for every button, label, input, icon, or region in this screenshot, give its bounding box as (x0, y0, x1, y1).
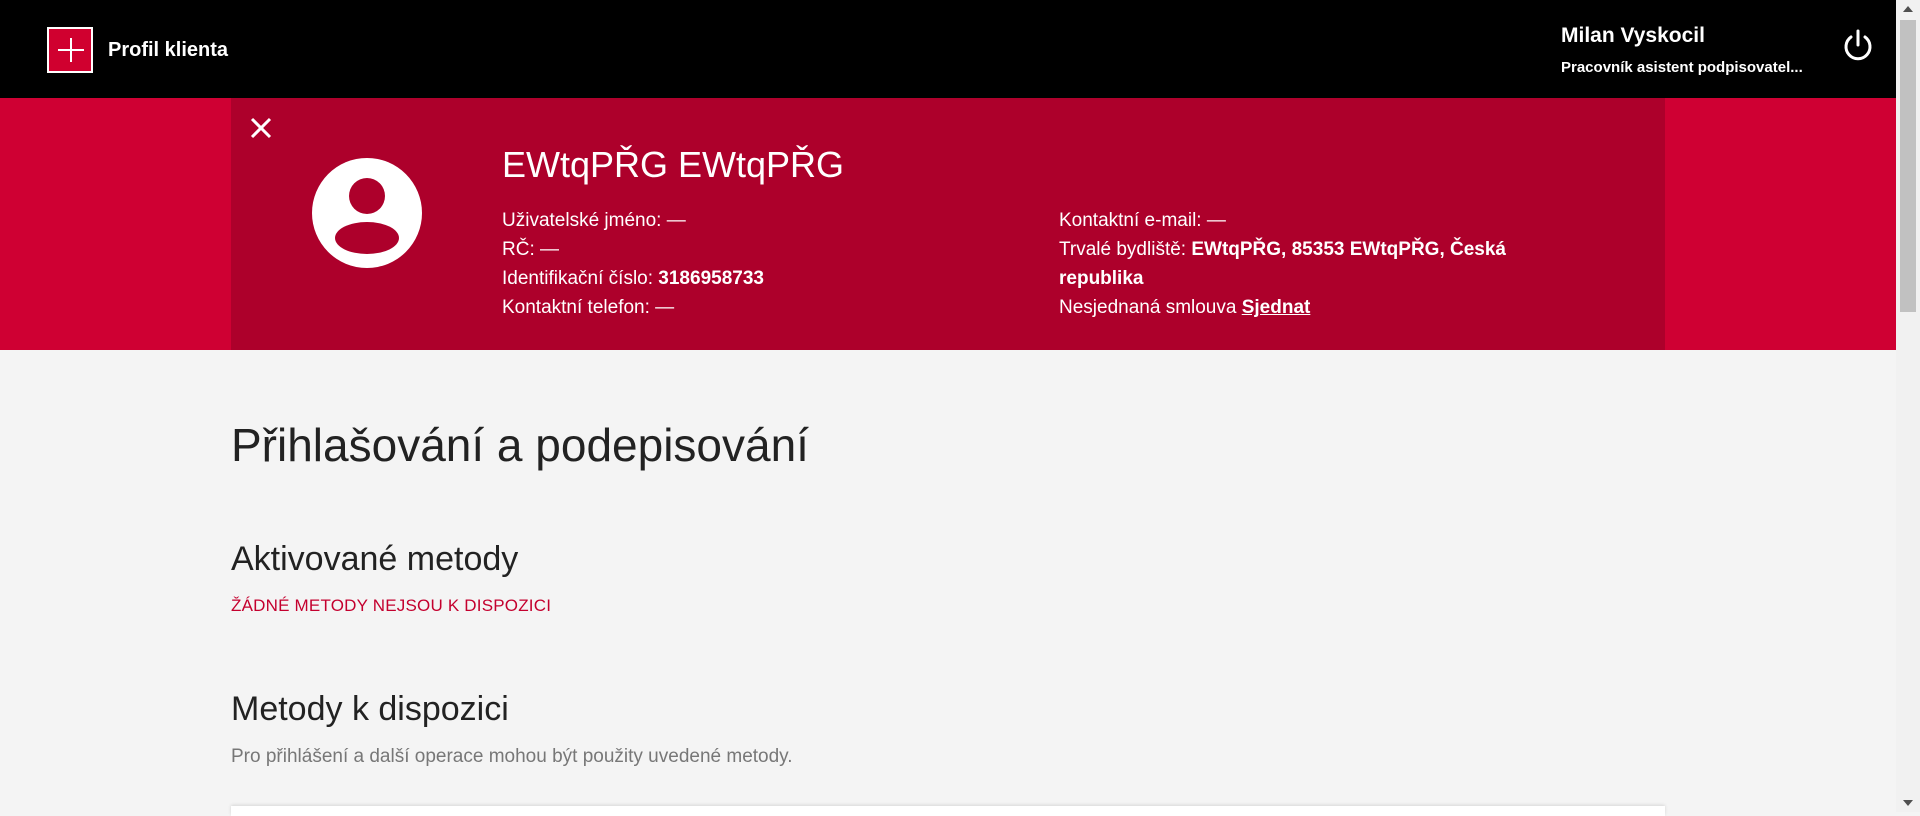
scrollbar[interactable] (1896, 0, 1920, 812)
user-name: Milan Vyskocil (1561, 24, 1705, 47)
client-card: EWtqPŘG EWtqPŘG Uživatelské jméno: — RČ:… (231, 98, 1665, 350)
no-methods-message: ŽÁDNÉ METODY NEJSOU K DISPOZICI (231, 596, 552, 615)
email-row: Kontaktní e-mail: — (1059, 210, 1226, 231)
rc-row: RČ: — (502, 239, 559, 260)
sjednat-link[interactable]: Sjednat (1242, 297, 1311, 318)
close-icon[interactable] (246, 113, 276, 143)
page-title: Přihlašování a podepisování (231, 419, 809, 471)
address-row: Trvalé bydliště: EWtqPŘG, 85353 EWtqPŘG,… (1059, 239, 1506, 289)
available-methods-title: Metody k dispozici (231, 690, 509, 728)
client-name: EWtqPŘG EWtqPŘG (502, 144, 845, 185)
client-info-left: Uživatelské jméno: — RČ: — Identifikační… (502, 206, 1022, 322)
app-title: Profil klienta (108, 39, 229, 61)
avatar-icon (312, 158, 422, 268)
methods-card (231, 806, 1665, 816)
scroll-down-arrow-icon[interactable] (1903, 800, 1913, 806)
power-icon[interactable] (1840, 28, 1876, 64)
top-bar: Profil klienta Milan Vyskocil Pracovník … (0, 0, 1896, 98)
client-banner: EWtqPŘG EWtqPŘG Uživatelské jméno: — RČ:… (0, 98, 1896, 350)
available-methods-description: Pro přihlášení a další operace mohou být… (231, 746, 793, 767)
contract-row: Nesjednaná smlouva Sjednat (1059, 297, 1311, 318)
client-info-right: Kontaktní e-mail: — Trvalé bydliště: EWt… (1059, 206, 1559, 322)
activated-methods-title: Aktivované metody (231, 540, 519, 578)
scrollbar-thumb[interactable] (1900, 20, 1916, 312)
user-role: Pracovník asistent podpisovatel... (1561, 59, 1803, 76)
phone-row: Kontaktní telefon: — (502, 297, 675, 318)
username-row: Uživatelské jméno: — (502, 210, 686, 231)
id-row: Identifikační číslo: 3186958733 (502, 268, 764, 289)
scroll-up-arrow-icon[interactable] (1903, 6, 1913, 12)
logo-icon[interactable] (47, 27, 93, 73)
